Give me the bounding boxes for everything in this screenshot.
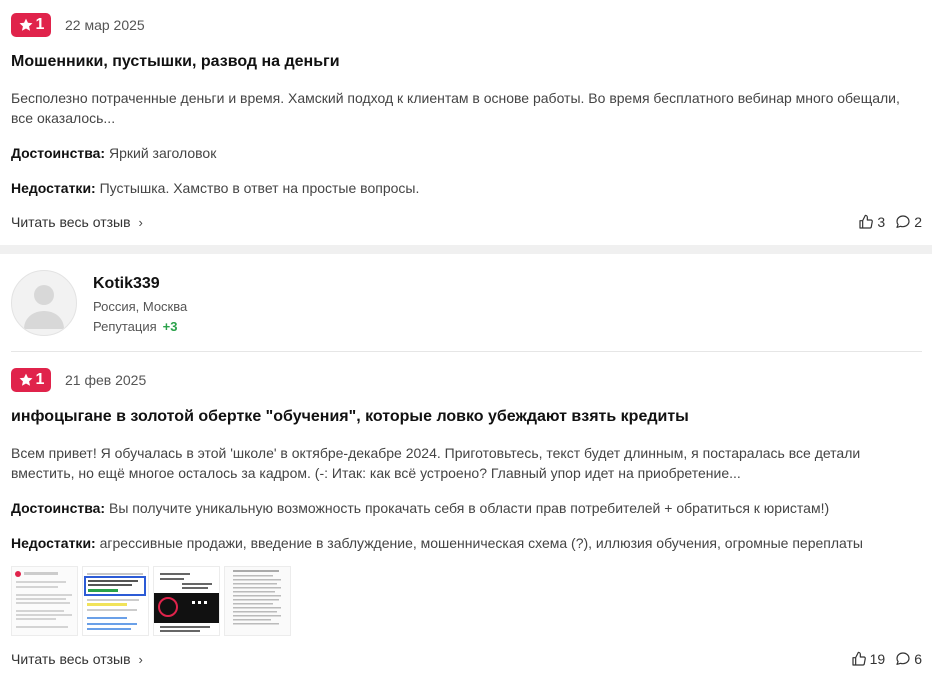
comments-count: 6 — [914, 651, 922, 667]
review-title[interactable]: Мошенники, пустышки, развод на деньги — [11, 53, 340, 71]
likes-button[interactable]: 19 — [851, 651, 886, 667]
review-date: 22 мар 2025 — [65, 17, 145, 33]
avatar[interactable] — [11, 270, 77, 336]
review-cons: Недостатки: агрессивные продажи, введени… — [11, 535, 863, 551]
likes-count: 19 — [869, 651, 886, 667]
author-block: Kotik339 Россия, Москва Репутация +3 — [11, 270, 187, 336]
review-date: 21 фев 2025 — [65, 372, 147, 388]
star-icon — [19, 18, 33, 31]
comment-bubble-icon — [896, 652, 910, 665]
chevron-right-icon: › — [138, 214, 143, 230]
photo-thumbnail[interactable] — [82, 566, 149, 636]
review-photos — [11, 566, 291, 636]
rating-value: 1 — [35, 371, 45, 388]
pros-label: Достоинства: — [11, 145, 106, 161]
comment-bubble-icon — [896, 215, 910, 228]
photo-thumbnail[interactable] — [224, 566, 291, 636]
star-icon — [19, 373, 33, 386]
review-title[interactable]: инфоцыгане в золотой обертке "обучения",… — [11, 408, 689, 426]
comments-count: 2 — [914, 214, 922, 230]
rating-badge: 1 — [11, 13, 51, 37]
cons-text: агрессивные продажи, введение в заблужде… — [99, 535, 863, 551]
read-more-label: Читать весь отзыв — [11, 651, 131, 667]
comments-button[interactable]: 2 — [895, 214, 922, 230]
pros-text: Яркий заголовок — [109, 145, 217, 161]
section-divider — [0, 245, 932, 254]
likes-button[interactable]: 3 — [858, 214, 885, 230]
pros-text: Вы получите уникальную возможность прока… — [109, 500, 830, 516]
review-pros: Достоинства: Яркий заголовок — [11, 145, 216, 161]
review-meta: 1 21 фев 2025 — [11, 368, 146, 392]
photo-thumbnail[interactable] — [11, 566, 78, 636]
thumbs-up-icon — [859, 214, 874, 229]
author-info: Kotik339 Россия, Москва Репутация +3 — [93, 275, 187, 334]
cons-label: Недостатки: — [11, 180, 96, 196]
read-more-link[interactable]: Читать весь отзыв › — [11, 214, 143, 230]
pros-label: Достоинства: — [11, 500, 106, 516]
chevron-right-icon: › — [138, 651, 143, 667]
review-stats: 3 2 — [858, 214, 922, 230]
rating-badge: 1 — [11, 368, 51, 392]
author-reputation: Репутация +3 — [93, 319, 187, 334]
review-cons: Недостатки: Пустышка. Хамство в ответ на… — [11, 180, 419, 196]
review-pros: Достоинства: Вы получите уникальную возм… — [11, 500, 829, 516]
rating-value: 1 — [35, 16, 45, 33]
cons-label: Недостатки: — [11, 535, 96, 551]
review-stats: 19 6 — [851, 651, 922, 667]
comments-button[interactable]: 6 — [895, 651, 922, 667]
review-text: Бесполезно потраченные деньги и время. Х… — [11, 90, 900, 126]
photo-thumbnail[interactable] — [153, 566, 220, 636]
author-location: Россия, Москва — [93, 299, 188, 314]
thumbs-up-icon — [852, 651, 866, 666]
reputation-label: Репутация — [93, 319, 157, 334]
user-silhouette-icon — [24, 285, 64, 329]
cons-text: Пустышка. Хамство в ответ на простые воп… — [99, 180, 420, 196]
likes-count: 3 — [877, 214, 886, 230]
reputation-value: +3 — [162, 319, 178, 334]
read-more-link[interactable]: Читать весь отзыв › — [11, 651, 143, 667]
author-name[interactable]: Kotik339 — [93, 275, 187, 293]
read-more-label: Читать весь отзыв — [11, 214, 131, 230]
divider — [11, 351, 922, 352]
review-text: Всем привет! Я обучалась в этой 'школе' … — [11, 445, 861, 481]
review-meta: 1 22 мар 2025 — [11, 13, 145, 37]
